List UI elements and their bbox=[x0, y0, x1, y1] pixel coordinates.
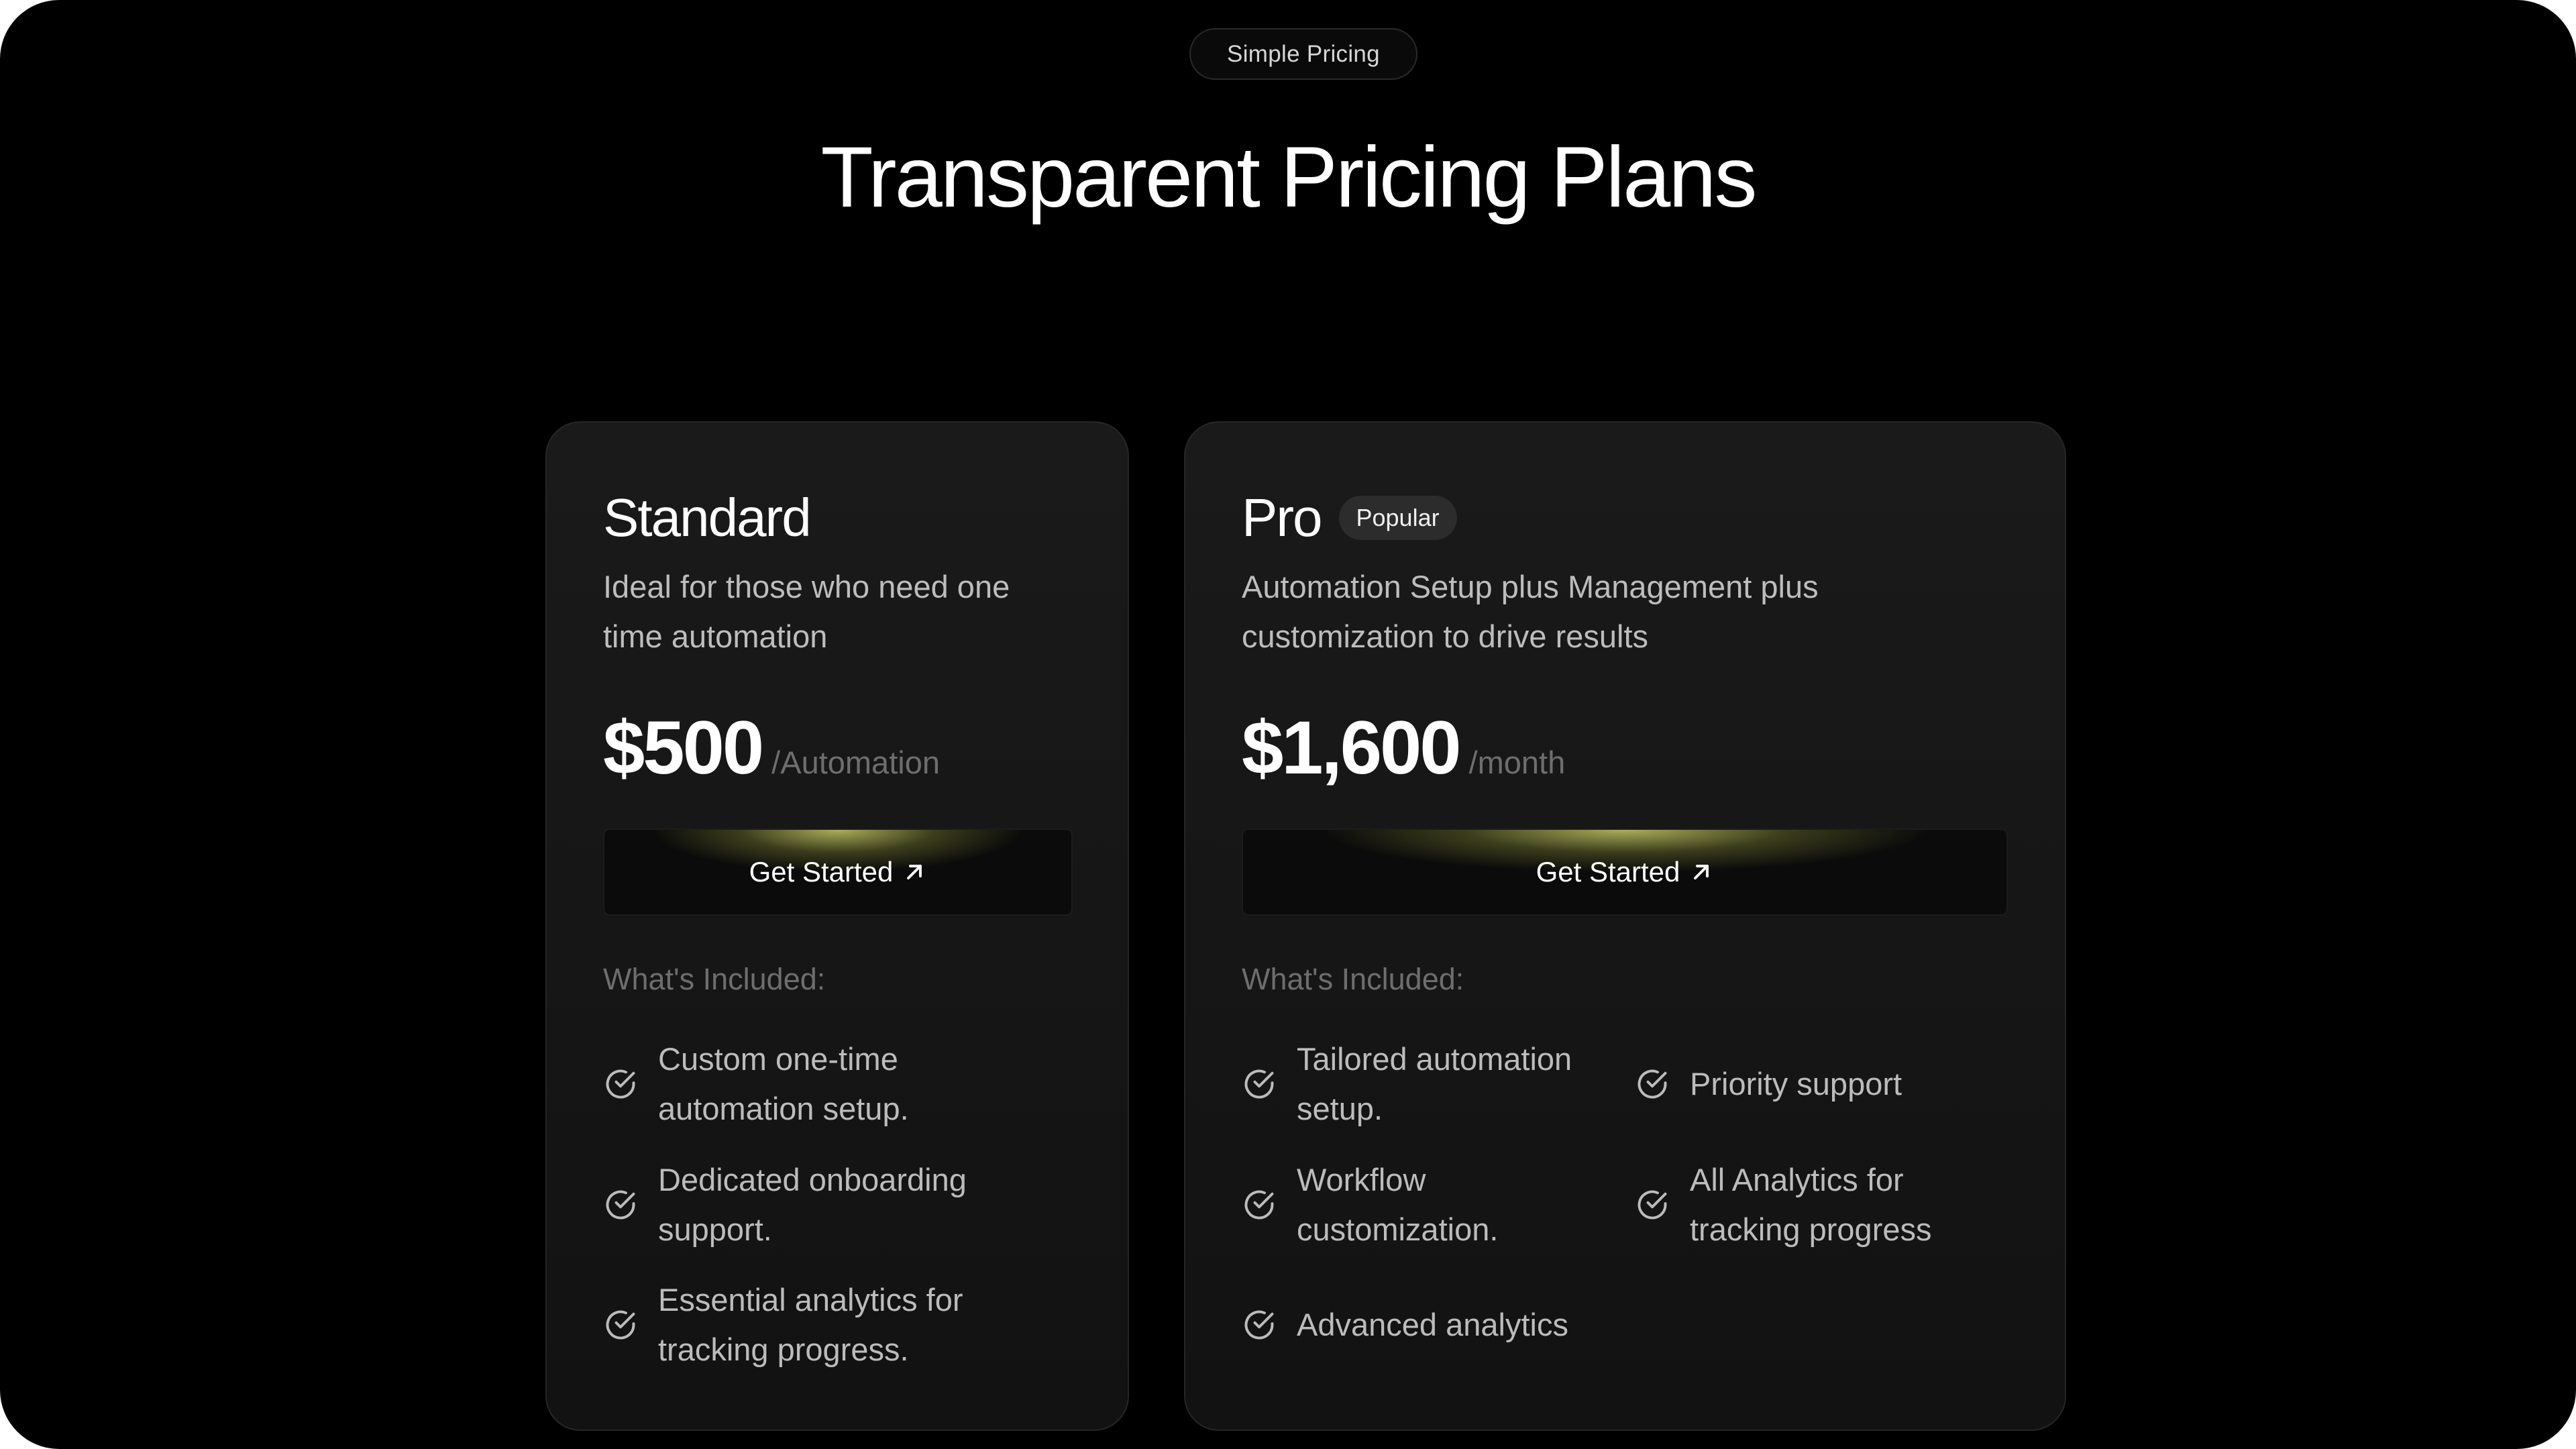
feature-text: Essential analytics for tracking progres… bbox=[658, 1282, 963, 1367]
price-row: $1,600 /month bbox=[1242, 704, 1565, 792]
arrow-up-right-icon bbox=[907, 865, 922, 879]
included-label: What's Included: bbox=[1242, 962, 1464, 996]
feature-item: Essential analytics for tracking progres… bbox=[603, 1275, 1046, 1375]
plan-name: Pro bbox=[1242, 488, 1322, 547]
check-circle-icon bbox=[1638, 1190, 1667, 1220]
check-circle-icon bbox=[606, 1190, 635, 1220]
price-row: $500 /Automation bbox=[603, 704, 940, 792]
feature-item: Workflow customization. bbox=[1242, 1155, 1591, 1254]
section-badge: Simple Pricing bbox=[1189, 28, 1417, 80]
check-circle-icon bbox=[606, 1310, 635, 1340]
plan-price: $500 bbox=[603, 706, 764, 790]
feature-text: Custom one-time automation setup. bbox=[658, 1041, 909, 1126]
check-circle-icon bbox=[1244, 1190, 1274, 1220]
feature-text: All Analytics for tracking progress bbox=[1690, 1162, 1932, 1247]
feature-item: Advanced analytics bbox=[1242, 1300, 1617, 1350]
plan-name: Standard bbox=[603, 488, 812, 547]
pricing-section: Simple Pricing Transparent Pricing Plans… bbox=[0, 0, 2576, 1449]
check-circle-icon bbox=[1638, 1069, 1667, 1099]
arrow-up-right-icon bbox=[1694, 865, 1709, 879]
feature-text: Workflow customization. bbox=[1297, 1162, 1499, 1247]
feature-text: Advanced analytics bbox=[1297, 1307, 1568, 1342]
feature-item: All Analytics for tracking progress bbox=[1635, 1155, 2010, 1254]
feature-item: Dedicated onboarding support. bbox=[603, 1155, 1046, 1254]
included-label: What's Included: bbox=[603, 962, 826, 996]
plan-description: Ideal for those who need one time automa… bbox=[603, 569, 1010, 654]
get-started-button[interactable]: Get Started bbox=[1242, 828, 2008, 916]
feature-text: Tailored automation setup. bbox=[1297, 1041, 1572, 1126]
plan-description: Automation Setup plus Management plus cu… bbox=[1242, 569, 1819, 654]
feature-item: Tailored automation setup. bbox=[1242, 1034, 1591, 1134]
check-circle-icon bbox=[606, 1069, 635, 1099]
get-started-label: Get Started bbox=[749, 856, 894, 888]
get-started-label: Get Started bbox=[1536, 856, 1680, 888]
check-circle-icon bbox=[1244, 1069, 1274, 1099]
get-started-button[interactable]: Get Started bbox=[603, 828, 1073, 916]
plan-price: $1,600 bbox=[1242, 706, 1462, 790]
popular-badge: Popular bbox=[1338, 496, 1457, 540]
check-circle-icon bbox=[1244, 1310, 1274, 1340]
plan-period: /Automation bbox=[771, 745, 940, 780]
plan-card-standard: Standard Ideal for those who need one ti… bbox=[545, 421, 1129, 1431]
feature-item: Custom one-time automation setup. bbox=[603, 1034, 1046, 1134]
feature-text: Priority support bbox=[1690, 1066, 1902, 1102]
plan-period: /month bbox=[1468, 745, 1566, 780]
plan-header: Standard bbox=[603, 484, 812, 551]
plan-header: Pro Popular bbox=[1242, 484, 1457, 551]
feature-item: Priority support bbox=[1635, 1059, 2010, 1109]
feature-text: Dedicated onboarding support. bbox=[658, 1162, 967, 1247]
page-title: Transparent Pricing Plans bbox=[820, 129, 1758, 225]
plan-card-pro: Pro Popular Automation Setup plus Manage… bbox=[1184, 421, 2066, 1431]
